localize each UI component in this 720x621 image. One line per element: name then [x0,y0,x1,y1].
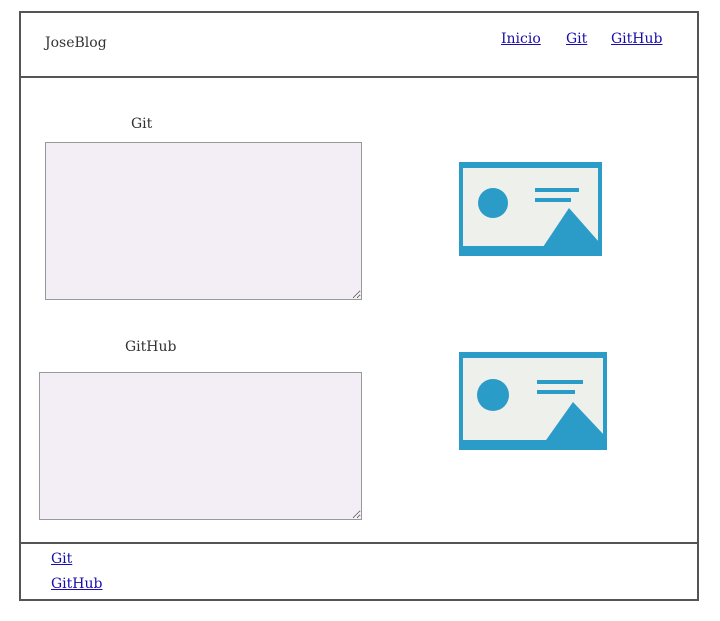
nav-link-git-text[interactable]: Git [566,31,587,47]
nav-link-inicio-text[interactable]: Inicio [501,31,541,47]
site-brand: JoseBlog [45,35,107,51]
nav-link-inicio[interactable]: Inicio [501,31,541,47]
section-title-git: Git [131,116,153,132]
image-placeholder-icon [459,162,602,256]
main-content: Git GitHub [21,78,697,543]
github-textarea[interactable] [39,372,362,520]
site-footer: Git GitHub [21,542,697,603]
nav-link-git[interactable]: Git [566,31,587,47]
page-frame: JoseBlog Inicio Git GitHub Git GitHub Gi… [19,11,699,601]
footer-link-git[interactable]: Git [51,551,72,567]
git-image [459,162,602,256]
nav-link-github[interactable]: GitHub [611,31,662,47]
footer-link-github[interactable]: GitHub [51,576,102,592]
github-image [459,352,607,450]
site-header: JoseBlog Inicio Git GitHub [21,13,697,78]
git-textarea[interactable] [45,142,362,300]
image-placeholder-icon [459,352,607,450]
nav-link-github-text[interactable]: GitHub [611,31,662,47]
section-title-github: GitHub [125,339,177,355]
